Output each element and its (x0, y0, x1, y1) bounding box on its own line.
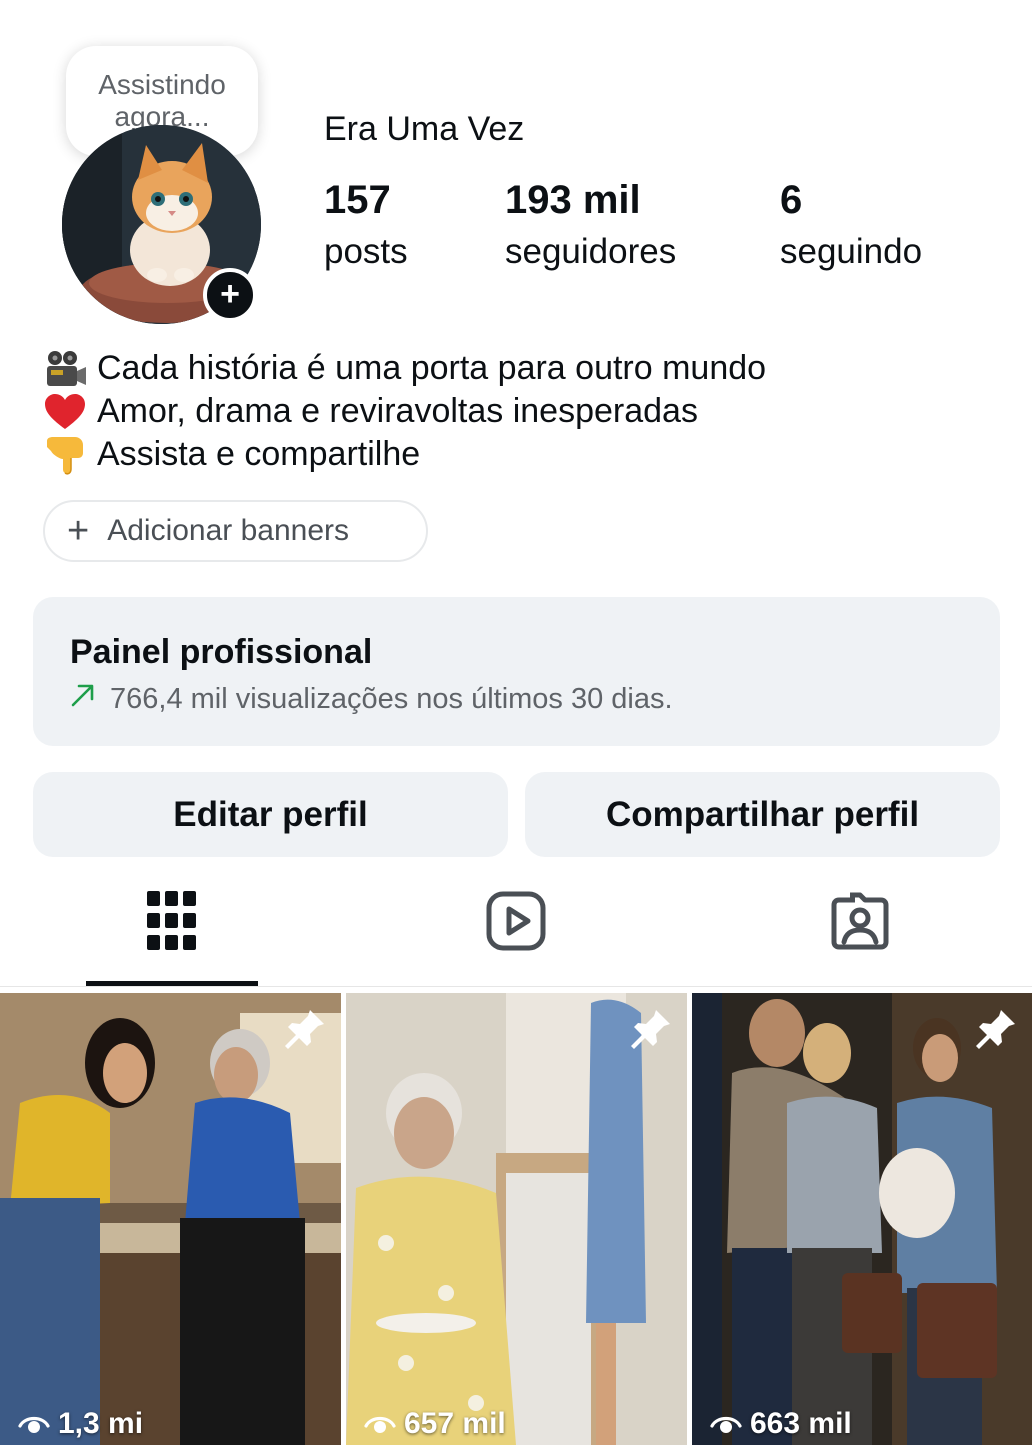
red-heart-icon (42, 392, 88, 432)
professional-dashboard-stats: 766,4 mil visualizações nos últimos 30 d… (110, 682, 673, 715)
eye-icon (710, 1410, 742, 1438)
bio-line: Assista e compartilhe (42, 433, 766, 476)
bio-line: Cada história é uma porta para outro mun… (42, 347, 766, 390)
plus-icon: + (220, 275, 240, 313)
bio-line-text: Amor, drama e reviravoltas inesperadas (97, 392, 698, 430)
note-text: Assistindo agora... (98, 69, 226, 132)
add-story-button[interactable]: + (203, 268, 257, 322)
followers-label[interactable]: seguidores (505, 232, 676, 272)
post-thumbnail[interactable]: 1,3 mi (0, 993, 341, 1445)
bio: Cada história é uma porta para outro mun… (42, 347, 766, 476)
eye-icon (364, 1410, 396, 1438)
post-views: 657 mil (364, 1407, 506, 1441)
share-profile-label: Compartilhar perfil (605, 794, 920, 834)
plus-icon: + (67, 509, 90, 552)
edit-profile-label: Editar perfil (173, 794, 368, 834)
trending-up-arrow-icon (70, 682, 96, 716)
bio-line-text: Assista e compartilhe (97, 435, 421, 473)
professional-dashboard-title: Painel profissional (70, 633, 373, 671)
post-thumbnail[interactable]: 657 mil (346, 993, 687, 1445)
pin-icon (283, 1007, 327, 1051)
post-thumbnail[interactable]: 663 mil (692, 993, 1032, 1445)
profile-name: Era Uma Vez (324, 110, 525, 148)
share-profile-button[interactable]: Compartilhar perfil (525, 772, 1000, 857)
post-views-count: 663 mil (750, 1407, 852, 1440)
following-count[interactable]: 6 (780, 178, 802, 223)
tab-posts-grid[interactable] (86, 880, 258, 966)
post-views-count: 1,3 mi (58, 1407, 144, 1440)
tab-reels[interactable] (430, 880, 602, 966)
add-banners-label: Adicionar banners (107, 514, 350, 547)
pin-icon (629, 1007, 673, 1051)
grid-icon (147, 890, 197, 956)
pin-icon (974, 1007, 1018, 1051)
pointing-down-hand-icon (42, 435, 88, 475)
tagged-icon (829, 890, 891, 957)
posts-count[interactable]: 157 (324, 178, 391, 223)
film-projector-icon (42, 349, 88, 389)
tabs-divider (0, 986, 1032, 987)
followers-count[interactable]: 193 mil (505, 178, 641, 223)
edit-profile-button[interactable]: Editar perfil (33, 772, 508, 857)
post-views-count: 657 mil (404, 1407, 506, 1440)
bio-line-text: Cada história é uma porta para outro mun… (97, 349, 767, 387)
post-views: 1,3 mi (18, 1407, 143, 1441)
bio-line: Amor, drama e reviravoltas inesperadas (42, 390, 766, 433)
posts-label[interactable]: posts (324, 232, 408, 272)
following-label[interactable]: seguindo (780, 232, 922, 272)
post-views: 663 mil (710, 1407, 852, 1441)
professional-dashboard-subtitle: 766,4 mil visualizações nos últimos 30 d… (70, 682, 673, 716)
add-banners-button[interactable]: + Adicionar banners (43, 500, 428, 562)
reels-icon (486, 891, 546, 956)
professional-dashboard[interactable]: Painel profissional 766,4 mil visualizaç… (33, 597, 1000, 746)
tab-tagged[interactable] (774, 880, 946, 966)
eye-icon (18, 1410, 50, 1438)
